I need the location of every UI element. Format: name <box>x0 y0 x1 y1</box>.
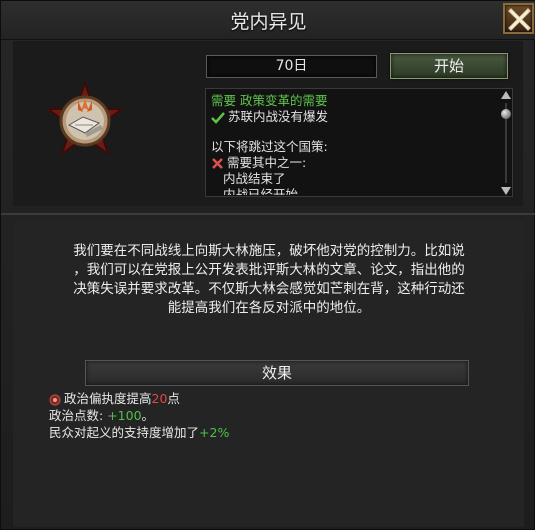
paranoia-prefix: 政治偏执度提高 <box>64 391 152 406</box>
window-title: 党内异见 <box>230 11 307 33</box>
condition-text: 苏联内战没有爆发 <box>228 109 329 124</box>
paranoia-icon <box>49 394 61 405</box>
requirements-list: 需要 政策变革的需要 苏联内战没有爆发 以下将跳过这个国策: 需要其中之一: 内… <box>211 93 499 195</box>
scroll-thumb[interactable] <box>501 109 511 119</box>
paranoia-effect: 政治偏执度提高20点 <box>49 390 449 407</box>
political-power-prefix: 政治点数: <box>49 408 108 423</box>
political-power-effect: 政治点数: +100。 <box>49 407 449 424</box>
paranoia-value: 20 <box>151 391 168 406</box>
uprising-support-effect: 民众对起义的支持度增加了+2% <box>49 424 449 441</box>
checkmark-icon <box>211 111 225 124</box>
prerequisite-line: 需要 政策变革的需要 <box>211 93 328 108</box>
uprising-prefix: 民众对起义的支持度增加了 <box>49 425 200 440</box>
political-power-value: +100 <box>107 408 142 423</box>
uprising-value: +2% <box>199 425 230 440</box>
requirements-panel[interactable]: 需要 政策变革的需要 苏联内战没有爆发 以下将跳过这个国策: 需要其中之一: 内… <box>205 88 513 197</box>
political-power-suffix: 。 <box>141 408 155 423</box>
effects-list: 政治偏执度提高20点 政治点数: +100。 民众对起义的支持度增加了+2% <box>49 390 449 441</box>
start-focus-button[interactable]: 开始 <box>390 53 508 79</box>
scroll-down-icon[interactable] <box>501 187 511 195</box>
scroll-up-icon[interactable] <box>501 91 511 99</box>
effects-header: 效果 <box>85 360 469 386</box>
close-icon <box>508 8 531 31</box>
bypass-header: 以下将跳过这个国策: <box>211 139 328 154</box>
section-divider <box>1 213 535 215</box>
need-one-of-line: 需要其中之一: <box>211 155 499 171</box>
bypass-option-partial: 内战已经开始 <box>223 187 299 195</box>
condition-met-line: 苏联内战没有爆发 <box>211 109 499 125</box>
focus-duration: 70日 <box>206 55 377 78</box>
title-bar: 党内异见 <box>1 1 535 40</box>
description-line: 能提高我们在各反对派中的地位。 <box>167 300 371 316</box>
focus-badge-icon <box>44 79 126 161</box>
cross-icon <box>212 158 223 169</box>
description-line: 我们要在不同战线上向斯大林施压，破坏他对党的控制力。比如说 <box>73 243 465 259</box>
focus-window: 党内异见 70日 开始 需要 政策变革的需要 苏联内战没有爆发 以下将跳过这个国… <box>0 0 535 530</box>
need-one-of-text: 需要其中之一: <box>227 155 307 170</box>
bypass-option: 内战结束了 <box>223 171 286 186</box>
description-line: 决策失误并要求改革。不仅斯大林会感觉如芒刺在背，这种行动还 <box>73 281 465 297</box>
close-button[interactable] <box>503 3 534 34</box>
focus-description: 我们要在不同战线上向斯大林施压，破坏他对党的控制力。比如说 ，我们可以在党报上公… <box>19 242 519 318</box>
description-line: ，我们可以在党报上公开发表批评斯大林的文章、论文，指出他的 <box>73 262 465 278</box>
requirements-scrollbar[interactable] <box>500 91 512 195</box>
paranoia-suffix: 点 <box>167 391 180 406</box>
